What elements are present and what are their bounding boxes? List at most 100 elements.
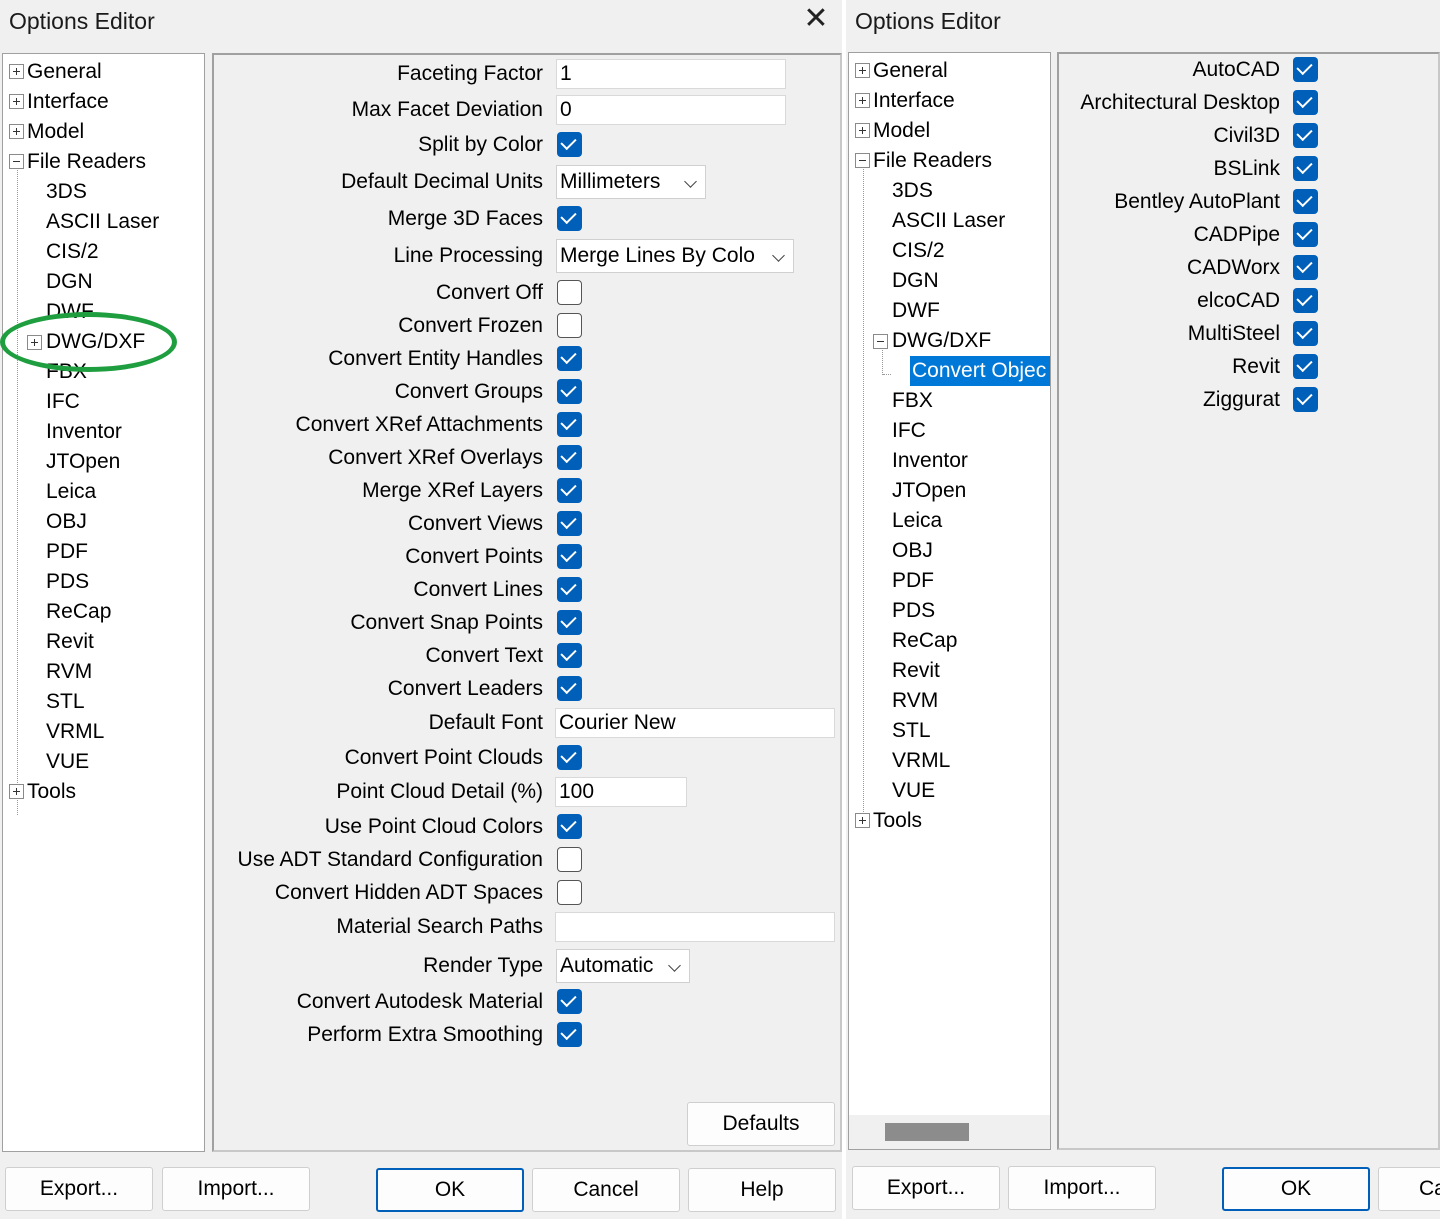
tree-item-dwf[interactable]: DWF: [892, 296, 940, 326]
collapse-icon[interactable]: [9, 154, 24, 169]
merge-xref-layers-checkbox[interactable]: [557, 478, 582, 503]
convert-hidden-adt-spaces-checkbox[interactable]: [557, 880, 582, 905]
bslink-checkbox[interactable]: [1293, 156, 1318, 181]
tree-item-tools[interactable]: Tools: [873, 806, 922, 836]
tree-item-dgn[interactable]: DGN: [46, 267, 93, 297]
tree-item-cis2[interactable]: CIS/2: [46, 237, 99, 267]
split-by-color-checkbox[interactable]: [557, 132, 582, 157]
tree-item-convert-objects[interactable]: Convert Objec: [910, 356, 1050, 386]
cancel-button[interactable]: Ca: [1378, 1167, 1440, 1211]
tree-item-general[interactable]: General: [873, 56, 948, 86]
ziggurat-checkbox[interactable]: [1293, 387, 1318, 412]
tree-item-rvm[interactable]: RVM: [892, 686, 938, 716]
tree-item-leica[interactable]: Leica: [892, 506, 942, 536]
convert-text-checkbox[interactable]: [557, 643, 582, 668]
tree-item-model[interactable]: Model: [873, 116, 930, 146]
max-facet-deviation-input[interactable]: 0: [556, 95, 786, 125]
convert-point-clouds-checkbox[interactable]: [557, 745, 582, 770]
expand-icon[interactable]: [855, 63, 870, 78]
default-decimal-units-dropdown[interactable]: Millimeters: [556, 165, 706, 199]
convert-xref-attachments-checkbox[interactable]: [557, 412, 582, 437]
tree-item-3ds[interactable]: 3DS: [46, 177, 87, 207]
tree-item-vue[interactable]: VUE: [46, 747, 89, 777]
tree-item-inventor[interactable]: Inventor: [892, 446, 968, 476]
line-processing-dropdown[interactable]: Merge Lines By Colo: [556, 239, 794, 273]
convert-autodesk-material-checkbox[interactable]: [557, 989, 582, 1014]
convert-lines-checkbox[interactable]: [557, 577, 582, 602]
convert-off-checkbox[interactable]: [557, 280, 582, 305]
expand-icon[interactable]: [9, 124, 24, 139]
convert-points-checkbox[interactable]: [557, 544, 582, 569]
convert-leaders-checkbox[interactable]: [557, 676, 582, 701]
tree-item-model[interactable]: Model: [27, 117, 84, 147]
architectural-desktop-checkbox[interactable]: [1293, 90, 1318, 115]
perform-extra-smoothing-checkbox[interactable]: [557, 1022, 582, 1047]
tree-item-interface[interactable]: Interface: [873, 86, 955, 116]
tree-item-obj[interactable]: OBJ: [46, 507, 87, 537]
tree-item-file-readers[interactable]: File Readers: [873, 146, 992, 176]
tree-item-recap[interactable]: ReCap: [892, 626, 957, 656]
tree-item-stl[interactable]: STL: [892, 716, 931, 746]
convert-xref-overlays-checkbox[interactable]: [557, 445, 582, 470]
merge-3d-faces-checkbox[interactable]: [557, 206, 582, 231]
tree-item-interface[interactable]: Interface: [27, 87, 109, 117]
tree-item-ascii-laser[interactable]: ASCII Laser: [46, 207, 159, 237]
faceting-factor-input[interactable]: 1: [556, 59, 786, 89]
material-search-paths-input[interactable]: [555, 912, 835, 942]
elcocad-checkbox[interactable]: [1293, 288, 1318, 313]
tree-item-3ds[interactable]: 3DS: [892, 176, 933, 206]
collapse-icon[interactable]: [855, 153, 870, 168]
expand-icon[interactable]: [855, 123, 870, 138]
tree-item-file-readers[interactable]: File Readers: [27, 147, 146, 177]
cadpipe-checkbox[interactable]: [1293, 222, 1318, 247]
multisteel-checkbox[interactable]: [1293, 321, 1318, 346]
ok-button[interactable]: OK: [376, 1168, 524, 1212]
horizontal-scrollbar[interactable]: [849, 1115, 1050, 1149]
tree-item-revit[interactable]: Revit: [892, 656, 940, 686]
expand-icon[interactable]: [9, 784, 24, 799]
import-button[interactable]: Import...: [162, 1167, 310, 1211]
expand-icon[interactable]: [9, 94, 24, 109]
convert-entity-handles-checkbox[interactable]: [557, 346, 582, 371]
tree-item-pdf[interactable]: PDF: [46, 537, 88, 567]
tree-item-inventor[interactable]: Inventor: [46, 417, 122, 447]
tree-item-vrml[interactable]: VRML: [46, 717, 104, 747]
expand-icon[interactable]: [9, 64, 24, 79]
tree-item-cis2[interactable]: CIS/2: [892, 236, 945, 266]
tree-item-revit[interactable]: Revit: [46, 627, 94, 657]
tree-item-pdf[interactable]: PDF: [892, 566, 934, 596]
tree-item-fbx[interactable]: FBX: [892, 386, 933, 416]
tree-item-general[interactable]: General: [27, 57, 102, 87]
convert-frozen-checkbox[interactable]: [557, 313, 582, 338]
tree-item-pds[interactable]: PDS: [892, 596, 935, 626]
expand-icon[interactable]: [855, 813, 870, 828]
collapse-icon[interactable]: [873, 334, 888, 349]
tree-item-leica[interactable]: Leica: [46, 477, 96, 507]
tree-item-vrml[interactable]: VRML: [892, 746, 950, 776]
ok-button[interactable]: OK: [1222, 1167, 1370, 1211]
tree-item-ifc[interactable]: IFC: [892, 416, 926, 446]
tree-item-obj[interactable]: OBJ: [892, 536, 933, 566]
convert-views-checkbox[interactable]: [557, 511, 582, 536]
revit-checkbox[interactable]: [1293, 354, 1318, 379]
convert-groups-checkbox[interactable]: [557, 379, 582, 404]
bentley-autoplant-checkbox[interactable]: [1293, 189, 1318, 214]
tree-item-dwg-dxf[interactable]: DWG/DXF: [892, 326, 991, 356]
export-button[interactable]: Export...: [852, 1166, 1000, 1210]
autocad-checkbox[interactable]: [1293, 57, 1318, 82]
tree-item-stl[interactable]: STL: [46, 687, 85, 717]
tree-item-jtopen[interactable]: JTOpen: [46, 447, 120, 477]
tree-item-ifc[interactable]: IFC: [46, 387, 80, 417]
import-button[interactable]: Import...: [1008, 1166, 1156, 1210]
point-cloud-detail-input[interactable]: 100: [555, 777, 687, 807]
tree-item-ascii-laser[interactable]: ASCII Laser: [892, 206, 1005, 236]
convert-snap-points-checkbox[interactable]: [557, 610, 582, 635]
help-button[interactable]: Help: [688, 1168, 836, 1212]
scrollbar-thumb[interactable]: [885, 1123, 969, 1141]
export-button[interactable]: Export...: [5, 1167, 153, 1211]
render-type-dropdown[interactable]: Automatic: [556, 949, 690, 983]
use-point-cloud-colors-checkbox[interactable]: [557, 814, 582, 839]
tree-item-tools[interactable]: Tools: [27, 777, 76, 807]
tree-item-rvm[interactable]: RVM: [46, 657, 92, 687]
use-adt-standard-configuration-checkbox[interactable]: [557, 847, 582, 872]
